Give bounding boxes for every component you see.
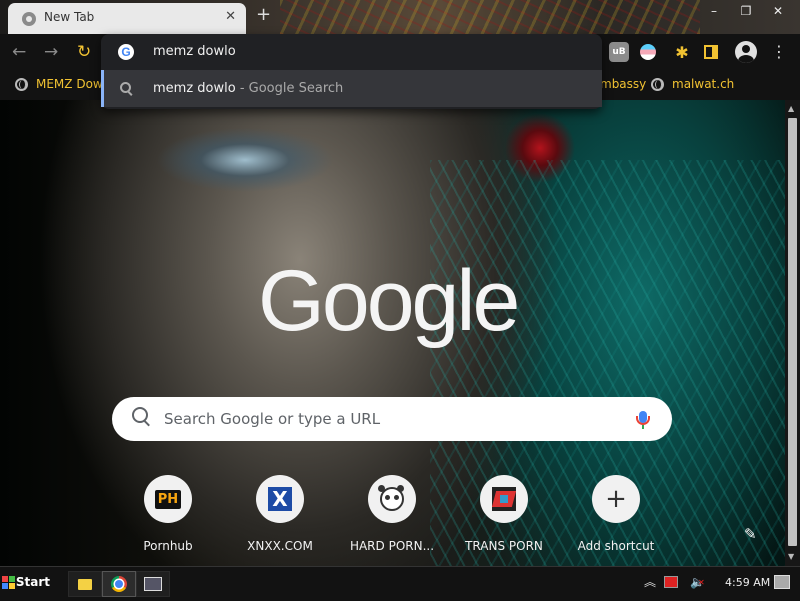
search-placeholder: Search Google or type a URL (164, 410, 381, 428)
chrome-favicon-icon (22, 12, 36, 26)
shortcut-tile: + (592, 475, 640, 523)
bookmark-label: MEMZ Down (36, 77, 111, 91)
window-controls: – ❐ ✕ (698, 0, 794, 22)
close-window-button[interactable]: ✕ (762, 0, 794, 22)
shortcut-pornhub[interactable]: PH Pornhub (112, 475, 224, 553)
chrome-icon (111, 576, 127, 592)
windows-flag-icon (2, 575, 15, 589)
suggestion-text: memz dowlo - Google Search (153, 81, 344, 96)
ublock-extension-icon[interactable]: uB (609, 42, 629, 62)
minimize-button[interactable]: – (698, 0, 730, 22)
google-logo: Google (258, 253, 520, 349)
tray-expand-icon[interactable]: ︽ (644, 573, 656, 590)
profile-avatar-icon[interactable] (735, 41, 757, 63)
side-panel-icon[interactable] (704, 45, 718, 59)
globe-icon (15, 77, 28, 91)
shortcut-label: XNXX.COM (247, 539, 313, 553)
flag-extension-icon[interactable] (640, 44, 656, 60)
shortcut-label: TRANS PORN (465, 539, 543, 553)
reload-icon[interactable]: ↻ (77, 42, 91, 62)
clock[interactable]: 4:59 AM (725, 576, 770, 589)
network-icon[interactable] (774, 575, 790, 589)
title-bar: New Tab ✕ + – ❐ ✕ (0, 0, 800, 34)
tray-alert-icon[interactable] (664, 575, 679, 588)
new-tab-page: Google Search Google or type a URL PH Po… (0, 100, 785, 566)
shortcut-hard[interactable]: HARD PORN... (336, 475, 448, 553)
omnibox-input[interactable]: memz dowlo (153, 44, 236, 59)
scrollbar-thumb[interactable] (788, 118, 797, 546)
restore-button[interactable]: ❐ (730, 0, 762, 22)
bookmark-malwatch[interactable]: malwat.ch (651, 77, 734, 91)
start-button[interactable]: Start (2, 570, 50, 594)
bookmark-memz[interactable]: MEMZ Down (15, 77, 110, 91)
new-tab-button[interactable]: + (256, 6, 271, 24)
window-icon (144, 577, 162, 591)
shortcut-label: Add shortcut (577, 539, 655, 553)
shortcut-label: Pornhub (143, 539, 193, 553)
tab-close-icon[interactable]: ✕ (225, 9, 236, 24)
shortcut-tile: X (256, 475, 304, 523)
taskbar: Start ︽ 🔈 4:59 AM (0, 566, 800, 601)
plus-icon: + (605, 484, 627, 514)
shortcut-xnxx[interactable]: X XNXX.COM (224, 475, 336, 553)
page-scrollbar[interactable]: ▲ ▼ (785, 100, 800, 566)
google-g-icon: G (118, 44, 134, 60)
taskbar-explorer[interactable] (68, 571, 102, 597)
microphone-icon[interactable] (636, 411, 650, 429)
add-shortcut-button[interactable]: + Add shortcut (560, 475, 672, 553)
site-favicon-icon (492, 487, 516, 511)
menu-kebab-icon[interactable]: ⋮ (771, 42, 787, 61)
pornhub-icon: PH (154, 489, 182, 509)
tab-title: New Tab (44, 10, 95, 24)
forward-icon[interactable]: → (44, 42, 58, 62)
shortcut-label: HARD PORN... (349, 539, 435, 553)
customize-pencil-icon[interactable]: ✎ (744, 525, 757, 543)
taskbar-chrome[interactable] (102, 571, 136, 597)
folder-icon (78, 578, 92, 590)
scroll-up-icon[interactable]: ▲ (788, 104, 794, 113)
xnxx-icon: X (268, 487, 292, 511)
bookmark-label: malwat.ch (672, 77, 735, 91)
omnibox-suggestion[interactable]: memz dowlo - Google Search (101, 70, 602, 107)
system-tray: ︽ 🔈 (644, 573, 717, 590)
shortcut-trans[interactable]: TRANS PORN (448, 475, 560, 553)
tab-new-tab[interactable]: New Tab ✕ (8, 3, 246, 34)
shortcut-tile (368, 475, 416, 523)
globe-icon (651, 77, 664, 91)
scroll-down-icon[interactable]: ▼ (788, 552, 794, 561)
shortcut-tile: PH (144, 475, 192, 523)
search-icon (132, 407, 148, 423)
volume-muted-icon[interactable]: 🔈 (690, 575, 705, 589)
bookmark-embassy[interactable]: mbassy (600, 77, 646, 91)
shortcut-tile (480, 475, 528, 523)
start-label: Start (15, 575, 50, 589)
panda-icon (378, 485, 404, 511)
ntp-search-box[interactable]: Search Google or type a URL (112, 397, 672, 441)
extensions-puzzle-icon[interactable]: ✱ (672, 42, 692, 62)
taskbar-app[interactable] (136, 571, 170, 597)
omnibox-dropdown: G memz dowlo memz dowlo - Google Search (101, 34, 602, 109)
search-icon (120, 82, 131, 93)
back-icon[interactable]: ← (12, 42, 26, 62)
bookmark-label: mbassy (600, 77, 647, 91)
